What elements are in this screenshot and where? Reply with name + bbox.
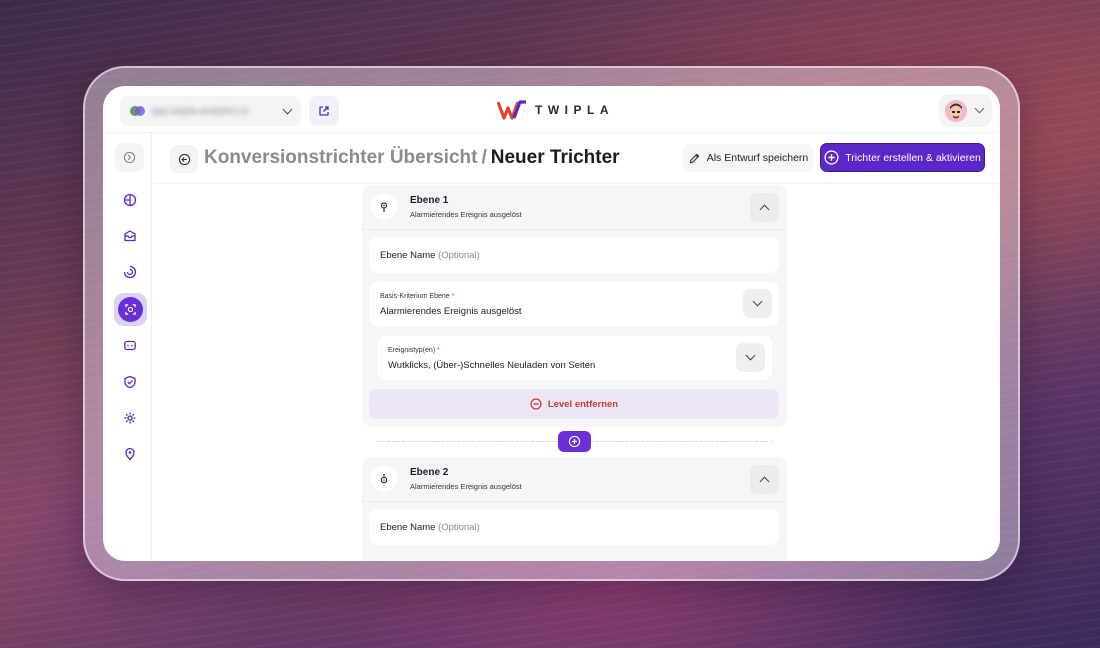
criterion-value: Alarmierendes Ereignis ausgelöst (380, 306, 522, 317)
event-type-value: Wutklicks, (Über-)Schnelles Neuladen von… (388, 360, 596, 371)
level-header[interactable]: Ebene 2 Alarmierendes Ereignis ausgelöst (362, 457, 787, 502)
logo-mark-icon (497, 100, 526, 120)
settings-gear-icon (124, 412, 135, 423)
optional-hint: (Optional) (438, 522, 480, 533)
collapse-sidebar-icon (123, 151, 136, 164)
chevron-up-icon (759, 204, 770, 215)
funnel-level-card: Ebene 1 Alarmierendes Ereignis ausgelöst… (362, 185, 787, 427)
level-subtitle: Alarmierendes Ereignis ausgelöst (410, 210, 522, 219)
save-draft-label: Als Entwurf speichern (706, 152, 809, 164)
remove-level-label: Level entfernen (547, 398, 619, 410)
minus-circle-icon (530, 398, 542, 410)
chevron-down-icon (282, 104, 293, 114)
chevron-down-icon (974, 103, 985, 114)
level-name-field[interactable]: Ebene Name (Optional) (369, 509, 779, 545)
optional-hint: (Optional) (438, 250, 480, 261)
level-subtitle: Alarmierendes Ereignis ausgelöst (410, 482, 522, 491)
level-name-placeholder: Ebene Name (380, 250, 436, 261)
chevron-down-icon (752, 296, 763, 307)
funnel-camera-icon (125, 304, 136, 315)
location-pin-icon (124, 447, 135, 460)
level-name-field[interactable]: Ebene Name (Optional) (369, 237, 779, 273)
avatar (945, 99, 967, 122)
sidebar-item-locations[interactable] (115, 439, 144, 468)
sidebar-item-settings[interactable] (115, 403, 144, 432)
pencil-icon (689, 153, 699, 163)
arrow-left-icon (178, 153, 190, 165)
back-button[interactable] (170, 145, 198, 173)
analytics-globe-icon (123, 193, 136, 206)
sidebar-item-inbox[interactable] (115, 221, 144, 250)
external-link-icon (319, 106, 329, 116)
breadcrumb-current: Neuer Trichter (490, 147, 620, 168)
create-activate-label: Trichter erstellen & aktivieren (845, 151, 981, 164)
level-name-placeholder: Ebene Name (380, 522, 436, 533)
level-header[interactable]: Ebene 1 Alarmierendes Ereignis ausgelöst (362, 185, 787, 230)
breadcrumb-parent[interactable]: Konversionstrichter Übersicht (204, 147, 477, 168)
sidebar-item-collapse[interactable] (115, 143, 144, 172)
top-bar: app.twipla-analytics.io TWIPLA (103, 86, 1000, 133)
sidebar-item-funnels[interactable] (114, 293, 147, 326)
website-status-icon (130, 105, 145, 117)
open-website-button[interactable] (309, 96, 339, 126)
breadcrumb-separator: / (481, 147, 487, 168)
level-title: Ebene 1 (410, 195, 449, 206)
sidebar (103, 133, 152, 561)
chevron-up-icon (759, 476, 770, 487)
website-name: app.twipla-analytics.io (151, 105, 249, 117)
required-marker: * (451, 293, 455, 300)
twipla-logo[interactable]: TWIPLA (497, 100, 614, 120)
page-header: Konversionstrichter Übersicht / Neuer Tric… (153, 133, 1000, 184)
save-draft-button[interactable]: Als Entwurf speichern (683, 144, 813, 172)
plus-circle-icon (824, 150, 839, 165)
level-title: Ebene 2 (410, 467, 449, 478)
sidebar-item-privacy[interactable] (115, 367, 144, 396)
add-level-button[interactable] (558, 431, 591, 452)
logo-text: TWIPLA (535, 103, 614, 117)
page-title: Konversionstrichter Übersicht / Neuer Tric… (204, 147, 620, 169)
event-type-select[interactable]: Ereignistyp(en) * Wutklicks, (Über-)Schn… (377, 336, 772, 380)
create-activate-button[interactable]: Trichter erstellen & aktivieren (820, 143, 985, 172)
website-selector[interactable]: app.twipla-analytics.io (120, 96, 301, 126)
criterion-label: Basis-Kriterium Ebene (380, 293, 450, 300)
session-recording-icon (123, 265, 136, 278)
collapse-level-button[interactable] (750, 193, 779, 222)
level-pin-icon (371, 194, 397, 220)
privacy-shield-icon (123, 375, 136, 388)
app-window: app.twipla-analytics.io TWIPLA Konversio… (103, 86, 1000, 561)
user-menu[interactable] (939, 94, 992, 127)
sidebar-item-recordings[interactable] (115, 257, 144, 286)
level-pin-icon (371, 466, 397, 492)
required-marker: * (437, 347, 440, 354)
event-type-label: Ereignistyp(en) (388, 347, 436, 354)
chevron-down-icon (745, 350, 756, 361)
feedback-chat-icon (123, 340, 136, 350)
sidebar-item-analytics[interactable] (115, 185, 144, 214)
plus-circle-icon (568, 435, 581, 448)
event-type-dropdown-button[interactable] (736, 343, 765, 372)
criterion-dropdown-button[interactable] (743, 289, 772, 318)
remove-level-button[interactable]: Level entfernen (369, 389, 779, 419)
inbox-icon (123, 229, 136, 241)
collapse-level-button[interactable] (750, 465, 779, 494)
criterion-select[interactable]: Basis-Kriterium Ebene * Alarmierendes Er… (369, 282, 779, 326)
sidebar-item-feedback[interactable] (115, 331, 144, 360)
funnel-level-card: Ebene 2 Alarmierendes Ereignis ausgelöst… (362, 457, 787, 561)
funnel-editor: Ebene 1 Alarmierendes Ereignis ausgelöst… (153, 185, 1000, 561)
